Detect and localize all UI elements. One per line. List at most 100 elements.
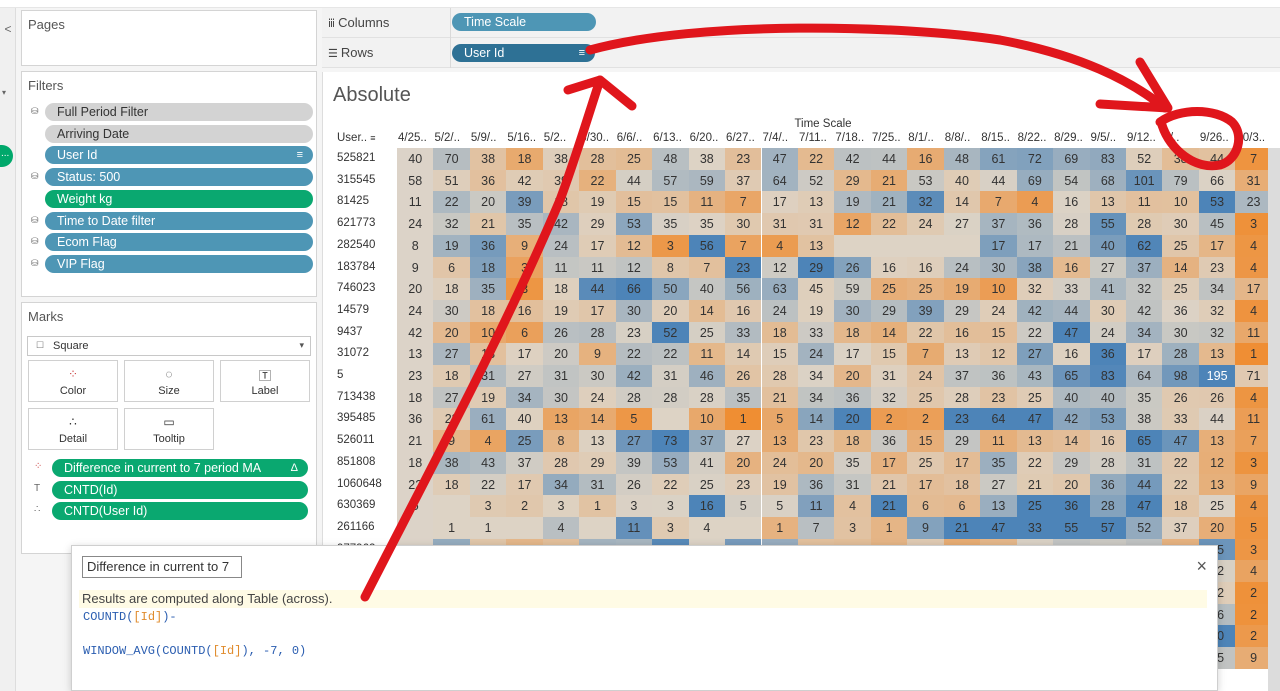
- heatmap-cell[interactable]: 19: [943, 278, 981, 301]
- heatmap-cell[interactable]: 47: [1162, 430, 1199, 453]
- heatmap-cell[interactable]: 17: [834, 343, 871, 366]
- heatmap-cell[interactable]: 13: [1198, 473, 1236, 496]
- column-header[interactable]: 6/20..: [690, 132, 719, 144]
- heatmap-cell[interactable]: 25: [688, 473, 726, 496]
- heatmap-cell[interactable]: [579, 516, 616, 539]
- heatmap-cell[interactable]: 27: [433, 343, 470, 366]
- heatmap-cell[interactable]: 19: [579, 191, 616, 214]
- heatmap-cell[interactable]: 10: [980, 278, 1017, 301]
- heatmap-cell[interactable]: 39: [615, 451, 653, 474]
- row-label[interactable]: 31072: [337, 347, 369, 359]
- column-header[interactable]: 9/5/..: [1091, 132, 1117, 144]
- heatmap-cell[interactable]: 12: [1198, 451, 1236, 474]
- heatmap-cell[interactable]: 18: [761, 321, 798, 344]
- row-label[interactable]: 526011: [337, 434, 375, 446]
- heatmap-cell[interactable]: 3: [1235, 451, 1272, 474]
- heatmap-cell[interactable]: 29: [1053, 451, 1090, 474]
- heatmap-cell[interactable]: 21: [1016, 473, 1054, 496]
- heatmap-cell[interactable]: [870, 234, 908, 257]
- heatmap-cell[interactable]: 2: [1235, 625, 1272, 648]
- heatmap-cell[interactable]: 27: [615, 430, 653, 453]
- heatmap-cell[interactable]: 4: [834, 495, 871, 518]
- heatmap-cell[interactable]: 23: [797, 430, 835, 453]
- heatmap-cell[interactable]: 4: [1235, 386, 1272, 409]
- heatmap-cell[interactable]: 4: [1235, 234, 1272, 257]
- heatmap-cell[interactable]: 29: [579, 451, 616, 474]
- heatmap-cell[interactable]: 19: [433, 234, 470, 257]
- heatmap-cell[interactable]: 4: [1235, 560, 1272, 583]
- heatmap-cell[interactable]: 14: [870, 321, 908, 344]
- heatmap-cell[interactable]: 28: [542, 451, 580, 474]
- heatmap-cell[interactable]: 33: [1053, 278, 1090, 301]
- heatmap-cell[interactable]: 56: [725, 278, 762, 301]
- heatmap-cell[interactable]: 12: [834, 213, 871, 236]
- heatmap-cell[interactable]: 24: [397, 299, 434, 322]
- heatmap-cell[interactable]: 27: [725, 430, 762, 453]
- heatmap-cell[interactable]: 11: [688, 191, 726, 214]
- heatmap-cell[interactable]: 30: [542, 386, 580, 409]
- column-header[interactable]: 10/3..: [1236, 132, 1265, 144]
- heatmap-cell[interactable]: 4: [469, 430, 507, 453]
- heatmap-cell[interactable]: 59: [834, 278, 871, 301]
- heatmap-cell[interactable]: 24: [579, 386, 616, 409]
- heatmap-cell[interactable]: 48: [652, 148, 689, 170]
- heatmap-cell[interactable]: 55: [1089, 213, 1126, 236]
- heatmap-cell[interactable]: 40: [943, 169, 981, 192]
- heatmap-cell[interactable]: 59: [688, 169, 726, 192]
- calc-line-3[interactable]: WINDOW_AVG(COUNTD([Id]), -7, 0): [83, 644, 306, 658]
- heatmap-cell[interactable]: 28: [579, 148, 616, 170]
- heatmap-cell[interactable]: 83: [1089, 365, 1126, 387]
- heatmap-cell[interactable]: 17: [1235, 278, 1272, 301]
- heatmap-cell[interactable]: 23: [1235, 191, 1272, 214]
- heatmap-cell[interactable]: 38: [1016, 256, 1054, 279]
- heatmap-cell[interactable]: 29: [870, 299, 908, 322]
- heatmap-cell[interactable]: 5: [397, 495, 434, 518]
- heatmap-cell[interactable]: 2: [907, 408, 944, 431]
- heatmap-cell[interactable]: 29: [797, 256, 835, 279]
- heatmap-cell[interactable]: 17: [943, 451, 981, 474]
- heatmap-cell[interactable]: 64: [980, 408, 1017, 431]
- heatmap-cell[interactable]: 40: [688, 278, 726, 301]
- heatmap-cell[interactable]: 8: [542, 430, 580, 453]
- filter-pill[interactable]: Weight kg: [45, 189, 313, 208]
- heatmap-cell[interactable]: 22: [579, 169, 616, 192]
- heatmap-cell[interactable]: 23: [725, 473, 762, 496]
- heatmap-cell[interactable]: 8: [652, 256, 689, 279]
- heatmap-cell[interactable]: 57: [1089, 516, 1126, 539]
- heatmap-cell[interactable]: 21: [943, 516, 981, 539]
- heatmap-cell[interactable]: 7: [1235, 148, 1272, 170]
- heatmap-cell[interactable]: 11: [980, 430, 1017, 453]
- heatmap-cell[interactable]: 1: [433, 516, 470, 539]
- heatmap-cell[interactable]: 5: [725, 495, 762, 518]
- heatmap-cell[interactable]: 50: [652, 278, 689, 301]
- heatmap-cell[interactable]: 24: [980, 299, 1017, 322]
- heatmap-cell[interactable]: 18: [506, 148, 543, 170]
- heatmap-cell[interactable]: 37: [1126, 256, 1163, 279]
- heatmap-cell[interactable]: 12: [615, 256, 653, 279]
- heatmap-cell[interactable]: 40: [1089, 386, 1126, 409]
- heatmap-cell[interactable]: 52: [1126, 148, 1163, 170]
- heatmap-cell[interactable]: 52: [652, 321, 689, 344]
- heatmap-cell[interactable]: 83: [1089, 148, 1126, 170]
- heatmap-cell[interactable]: 16: [688, 495, 726, 518]
- heatmap-cell[interactable]: 7: [797, 516, 835, 539]
- heatmap-cell[interactable]: 17: [1016, 234, 1054, 257]
- heatmap-cell[interactable]: 36: [469, 234, 507, 257]
- heatmap-cell[interactable]: 24: [1089, 321, 1126, 344]
- heatmap-cell[interactable]: 19: [834, 191, 871, 214]
- heatmap-cell[interactable]: 35: [469, 278, 507, 301]
- row-label[interactable]: 315545: [337, 174, 375, 186]
- label-button[interactable]: 🅃 Label: [220, 360, 310, 402]
- heatmap-cell[interactable]: 32: [433, 213, 470, 236]
- heatmap-cell[interactable]: 47: [980, 516, 1017, 539]
- heatmap-cell[interactable]: 16: [1053, 191, 1090, 214]
- heatmap-cell[interactable]: 7: [907, 343, 944, 366]
- heatmap-cell[interactable]: 13: [943, 343, 981, 366]
- heatmap-cell[interactable]: 6: [943, 495, 981, 518]
- heatmap-cell[interactable]: 18: [433, 365, 470, 387]
- heatmap-cell[interactable]: 15: [761, 343, 798, 366]
- filter-pill[interactable]: User Id ≡: [45, 146, 313, 165]
- heatmap-cell[interactable]: 2: [1235, 603, 1272, 626]
- heatmap-cell[interactable]: 13: [1198, 343, 1236, 366]
- heatmap-cell[interactable]: 4: [542, 516, 580, 539]
